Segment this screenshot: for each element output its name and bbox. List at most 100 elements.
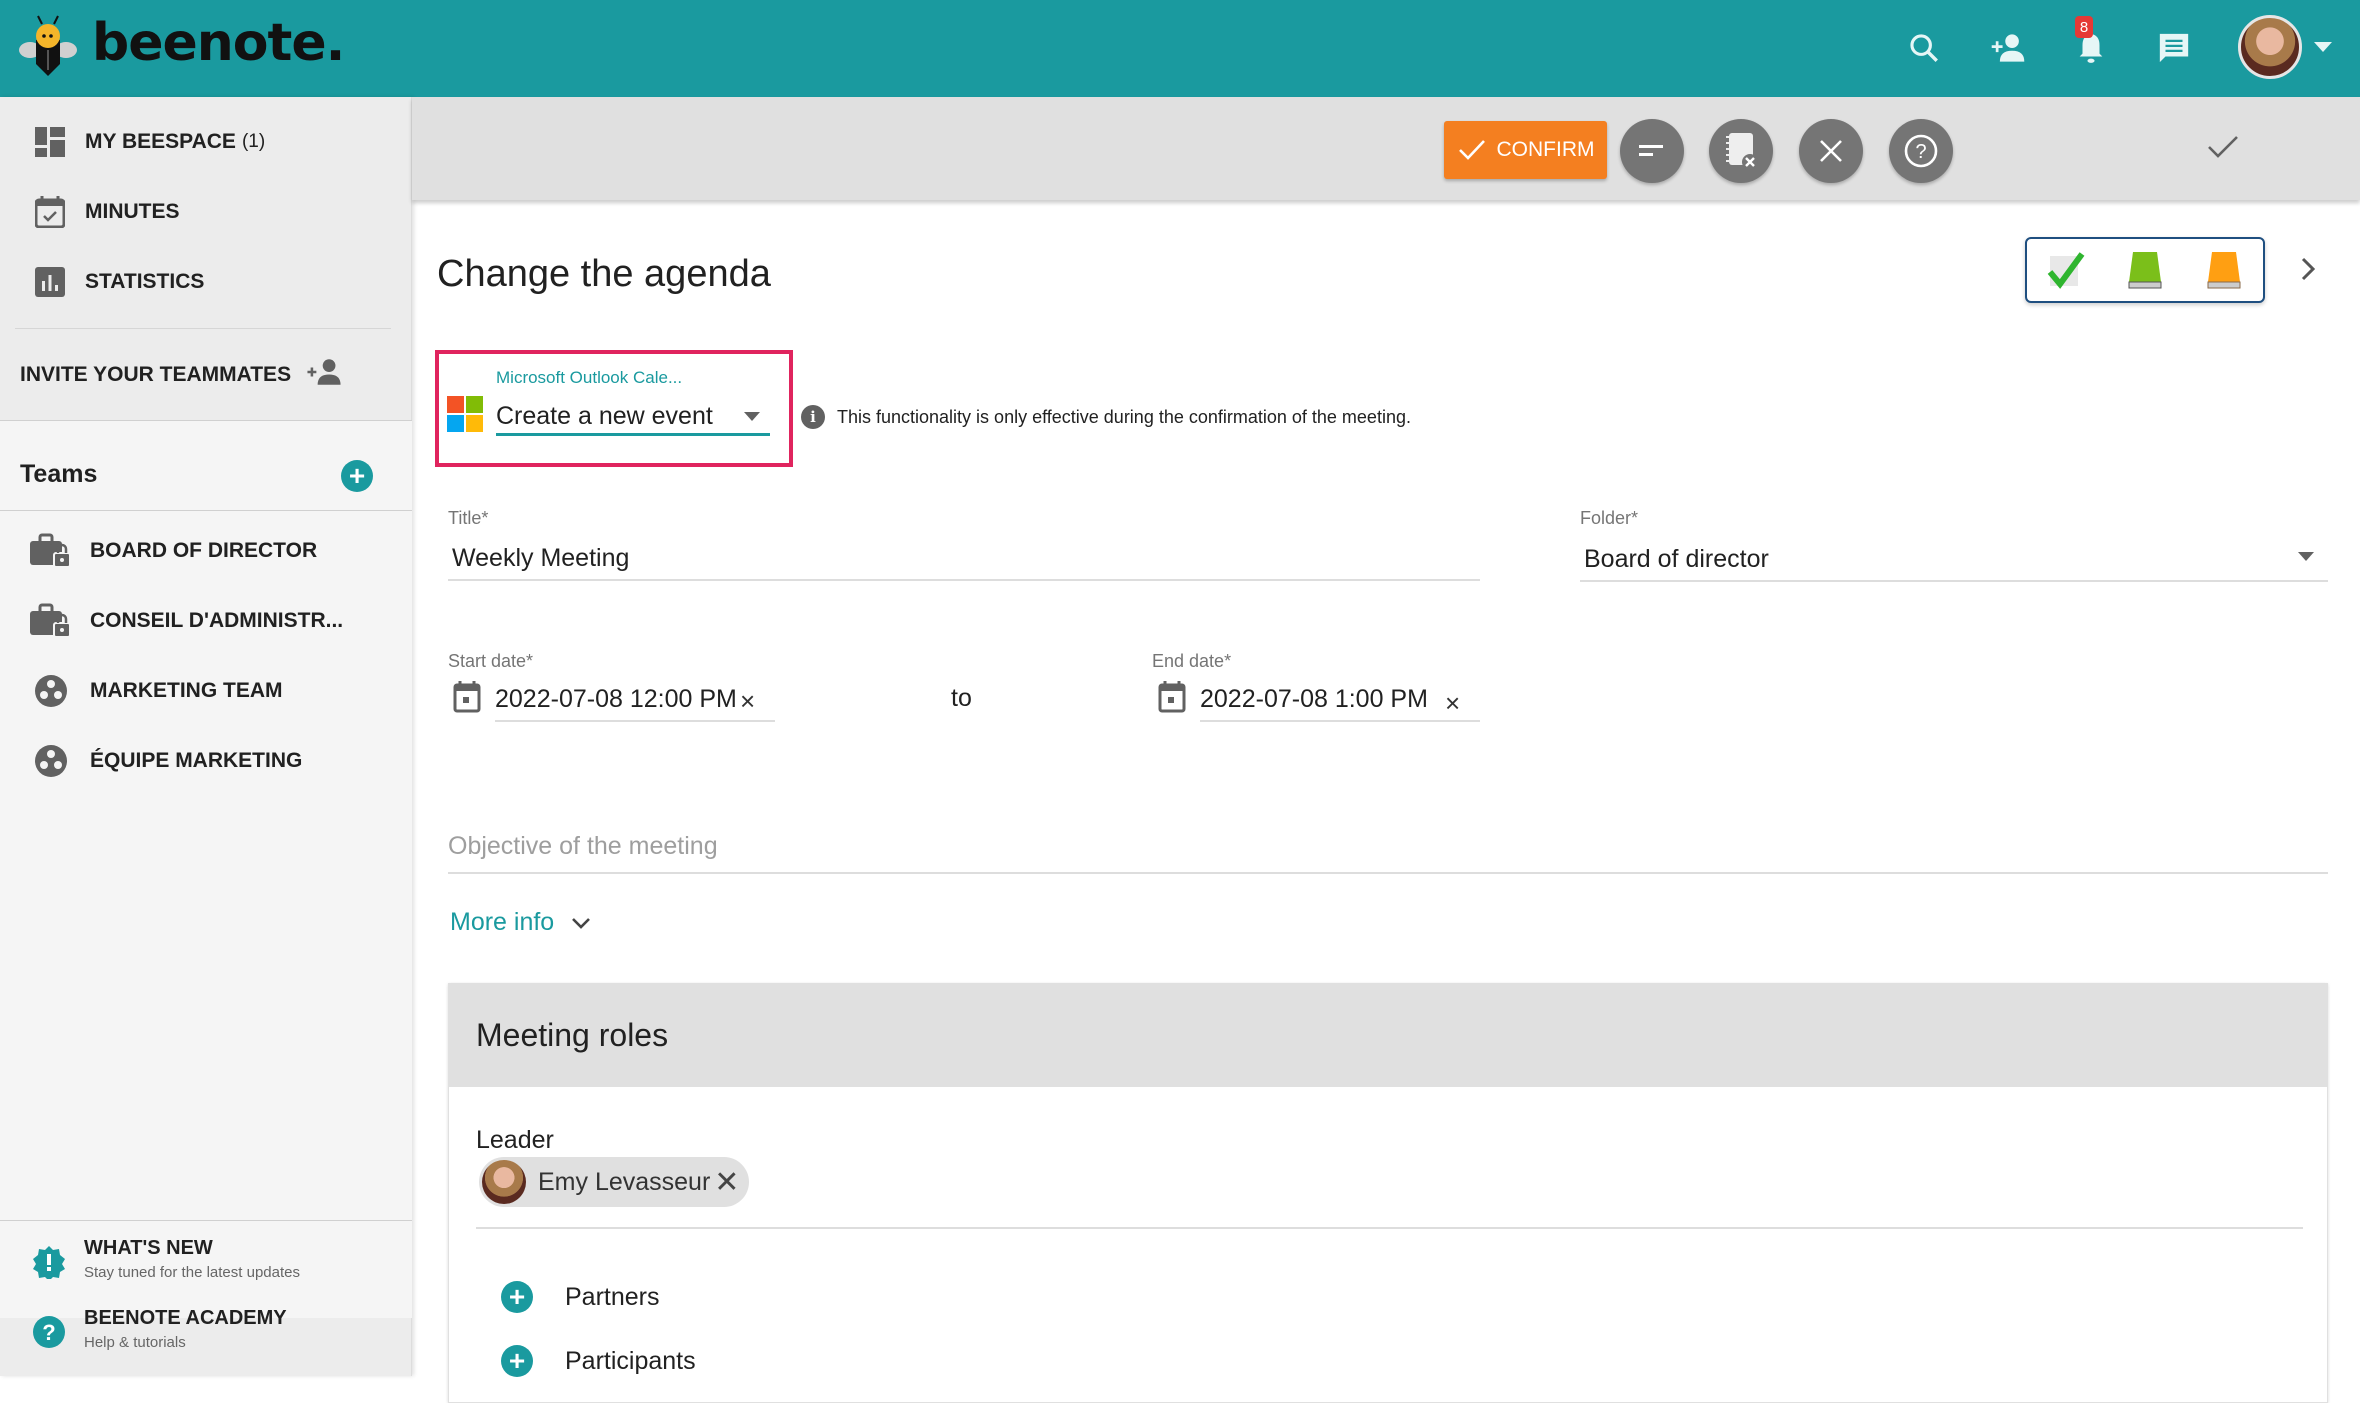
- plus-circle-icon: +: [501, 1345, 533, 1377]
- invite-teammates-button[interactable]: INVITE YOUR TEAMMATES: [20, 358, 343, 392]
- sidebar-item-my-beespace[interactable]: MY BEESPACE (1): [35, 127, 265, 157]
- more-info-label: More info: [450, 908, 555, 936]
- team-item-conseil[interactable]: CONSEIL D'ADMINISTR...: [30, 603, 343, 639]
- sidebar-item-label: MY BEESPACE: [85, 130, 236, 153]
- close-button[interactable]: [1799, 119, 1863, 183]
- team-item-equipe-marketing[interactable]: ÉQUIPE MARKETING: [30, 743, 302, 779]
- outlook-calendar-select[interactable]: Create a new event: [496, 400, 770, 436]
- start-date-value: 2022-07-08 12:00 PM: [495, 684, 737, 713]
- add-participants-button[interactable]: + Participants: [501, 1345, 696, 1377]
- help-icon: ?: [1904, 134, 1938, 168]
- team-item-board-of-director[interactable]: BOARD OF DIRECTOR: [30, 533, 317, 569]
- plus-icon: +: [348, 460, 366, 491]
- teams-title: Teams: [20, 460, 98, 488]
- main-content: Change the agenda Microsoft Outlook Cale…: [413, 200, 2360, 1403]
- end-date-label: End date*: [1152, 651, 1231, 672]
- whats-new-title: WHAT'S NEW: [84, 1237, 213, 1259]
- teams-top-divider: [0, 420, 412, 421]
- notification-badge: 8: [2075, 16, 2093, 38]
- objective-input[interactable]: Objective of the meeting: [448, 832, 2328, 874]
- team-label: BOARD OF DIRECTOR: [90, 539, 318, 562]
- leader-chip[interactable]: Emy Levasseur ✕: [479, 1157, 750, 1207]
- beenote-academy-link[interactable]: ? BEENOTE ACADEMY Help & tutorials: [32, 1307, 287, 1351]
- leader-name: Emy Levasseur: [538, 1167, 711, 1196]
- green-book-icon[interactable]: [2125, 250, 2165, 290]
- calendar-icon[interactable]: [453, 681, 481, 713]
- beenote-logo[interactable]: beenote.: [18, 12, 345, 78]
- confirm-button[interactable]: CONFIRM: [1444, 121, 1607, 179]
- title-input[interactable]: Weekly Meeting: [448, 537, 1480, 581]
- end-date-label-text: End date: [1152, 651, 1225, 671]
- academy-subtitle: Help & tutorials: [84, 1334, 186, 1351]
- folder-select[interactable]: Board of director: [1580, 538, 2328, 582]
- start-date-input[interactable]: 2022-07-08 12:00 PM: [495, 678, 775, 722]
- add-person-icon: [305, 358, 343, 392]
- caret-down-icon[interactable]: [2314, 42, 2332, 52]
- sort-button[interactable]: [1620, 119, 1684, 183]
- help-button[interactable]: ?: [1889, 119, 1953, 183]
- calendar-check-icon: [35, 196, 65, 228]
- objective-placeholder: Objective of the meeting: [448, 832, 718, 860]
- bar-chart-icon: [35, 267, 65, 297]
- folder-label-text: Folder: [1580, 508, 1632, 528]
- team-item-marketing-team[interactable]: MARKETING TEAM: [30, 673, 283, 709]
- sidebar-item-statistics[interactable]: STATISTICS: [35, 267, 204, 297]
- team-label: CONSEIL D'ADMINISTR...: [90, 609, 344, 632]
- title-label: Title*: [448, 508, 488, 529]
- sidebar-divider: [15, 328, 391, 329]
- briefcase-lock-icon: [30, 533, 72, 569]
- sidebar-item-label: STATISTICS: [85, 270, 205, 293]
- outlook-info: i This functionality is only effective d…: [801, 405, 1411, 429]
- sidebar-item-minutes[interactable]: MINUTES: [35, 196, 180, 228]
- footer-divider: [0, 1220, 412, 1221]
- orange-book-icon[interactable]: [2204, 250, 2244, 290]
- academy-title: BEENOTE ACADEMY: [84, 1307, 287, 1329]
- teams-section: Teams + BOARD OF DIRECTOR CONSEIL D'ADMI…: [0, 420, 412, 1318]
- start-date-label-text: Start date: [448, 651, 527, 671]
- search-icon[interactable]: [1904, 28, 1944, 68]
- green-check-icon[interactable]: [2046, 250, 2086, 290]
- add-partners-button[interactable]: + Partners: [501, 1281, 659, 1313]
- confirm-label: CONFIRM: [1496, 138, 1595, 161]
- sort-icon: [1639, 145, 1663, 156]
- user-avatar[interactable]: [2238, 15, 2302, 79]
- plus-circle-icon: +: [501, 1281, 533, 1313]
- teams-divider: [0, 510, 412, 511]
- clear-start-date-icon[interactable]: ×: [740, 686, 755, 717]
- avatar: [482, 1160, 526, 1204]
- title-label-text: Title: [448, 508, 482, 528]
- add-team-button[interactable]: +: [341, 460, 373, 492]
- more-info-toggle[interactable]: More info: [450, 908, 592, 937]
- whats-new-link[interactable]: WHAT'S NEW Stay tuned for the latest upd…: [32, 1237, 300, 1281]
- notebook-remove-icon: [1726, 133, 1758, 170]
- help-circle-icon: ?: [33, 1316, 65, 1348]
- caret-down-icon: [2298, 552, 2314, 561]
- meeting-roles-header: Meeting roles: [449, 984, 2327, 1087]
- whats-new-subtitle: Stay tuned for the latest updates: [84, 1264, 300, 1281]
- team-label: MARKETING TEAM: [90, 679, 283, 702]
- folder-value: Board of director: [1584, 544, 1769, 573]
- svg-text:?: ?: [1915, 141, 1926, 163]
- end-date-input[interactable]: 2022-07-08 1:00 PM: [1200, 678, 1480, 722]
- calendar-icon[interactable]: [1158, 681, 1186, 713]
- page-title: Change the agenda: [437, 253, 771, 295]
- save-status-check-icon: [2208, 136, 2238, 158]
- notebook-remove-button[interactable]: [1709, 119, 1773, 183]
- group-circle-icon: [30, 673, 72, 709]
- caret-down-icon: [744, 412, 760, 421]
- group-circle-icon: [30, 743, 72, 779]
- end-date-value: 2022-07-08 1:00 PM: [1200, 684, 1428, 713]
- chat-icon[interactable]: [2154, 28, 2194, 68]
- app-header: beenote. 8: [0, 0, 2360, 97]
- required-mark: *: [1224, 651, 1232, 671]
- clear-end-date-icon[interactable]: ×: [1445, 688, 1460, 719]
- chevron-right-icon[interactable]: [2298, 256, 2318, 282]
- brand-name: beenote.: [92, 13, 345, 73]
- status-icons-box: [2025, 237, 2265, 303]
- required-mark: *: [1631, 508, 1639, 528]
- participants-label: Participants: [565, 1346, 696, 1375]
- add-person-icon[interactable]: [1988, 28, 2028, 68]
- info-icon: i: [801, 405, 825, 429]
- bee-icon: [19, 15, 77, 76]
- remove-leader-icon[interactable]: ✕: [714, 1165, 739, 1200]
